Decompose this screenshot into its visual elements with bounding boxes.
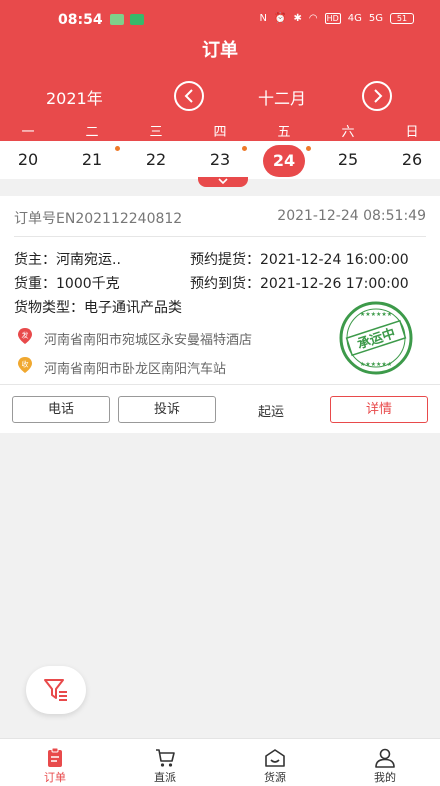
user-icon (375, 748, 395, 768)
from-location-icon: 发 (18, 328, 32, 344)
order-dot-indicator (242, 146, 247, 151)
svg-text:发: 发 (22, 331, 29, 340)
order-dot-indicator (115, 146, 120, 151)
in-transit-stamp: ★★★★★★ ★★★★★★ 承运中 (339, 301, 413, 375)
order-created-time: 2021-12-24 08:51:49 (277, 208, 426, 224)
filter-icon (44, 679, 67, 701)
order-card[interactable]: 订单号EN202112240812 2021-12-24 08:51:49 货主… (0, 196, 440, 433)
tab-direct-dispatch[interactable]: 直派 (110, 739, 220, 786)
battery-icon: 51 (390, 13, 414, 24)
calendar-expand-tab[interactable] (198, 177, 248, 187)
order-icon (48, 747, 62, 767)
tab-orders[interactable]: 订单 (0, 739, 110, 786)
next-week-button[interactable] (362, 81, 392, 111)
detail-button[interactable]: 详情 (330, 396, 428, 423)
weekday-label: 一 (21, 125, 35, 140)
order-number: 订单号EN202112240812 (14, 211, 183, 227)
tab-cargo-source[interactable]: 货源 (220, 739, 330, 786)
cart-icon (156, 749, 175, 767)
page-title: 订单 (202, 40, 238, 61)
bottom-tab-bar: 订单 直派 货源 我的 (0, 738, 440, 786)
tab-label: 直派 (154, 771, 176, 784)
arrival-time-field: 预约到货：2021-12-26 17:00:00 (190, 276, 409, 292)
signal-4g-icon: 4G (347, 13, 362, 24)
weekday-label: 五 (277, 125, 291, 140)
date-strip: 20 21 22 23 25 26 (0, 141, 440, 179)
call-button[interactable]: 电话 (12, 396, 110, 423)
date-cell-selected[interactable]: 24 (263, 145, 305, 177)
complain-button[interactable]: 投诉 (118, 396, 216, 423)
prev-week-button[interactable] (174, 81, 204, 111)
weekday-label: 二 (85, 125, 99, 140)
chevron-down-icon (218, 178, 228, 185)
divider (0, 384, 440, 385)
tab-mine[interactable]: 我的 (330, 739, 440, 786)
tab-label: 我的 (374, 771, 396, 784)
signal-5g-icon: 5G (368, 13, 383, 24)
shipper-field: 货主：河南宛运.. (14, 252, 121, 268)
date-cell[interactable]: 20 (8, 150, 48, 169)
filter-button[interactable] (26, 666, 86, 714)
to-address: 河南省南阳市卧龙区南阳汽车站 (44, 362, 227, 377)
date-cell[interactable]: 21 (72, 150, 112, 169)
weekday-label: 日 (405, 125, 419, 140)
status-icons: N ⏰ ✱ ◠ HD 4G 5G 51 (259, 13, 414, 24)
tab-label: 订单 (44, 771, 66, 784)
weekday-label: 三 (149, 125, 163, 140)
date-cell[interactable]: 23 (200, 150, 240, 169)
pickup-time-field: 预约提货：2021-12-24 16:00:00 (190, 252, 409, 268)
wifi-icon: ◠ (308, 13, 318, 24)
weight-field: 货重：1000千克 (14, 276, 120, 292)
nfc-icon: N (259, 13, 267, 24)
svg-text:★★★★★★: ★★★★★★ (360, 311, 392, 318)
hd-icon: HD (324, 13, 341, 24)
header: 08:54 N ⏰ ✱ ◠ HD 4G 5G 51 订单 2021年 十二月 一… (0, 0, 440, 141)
order-dot-indicator (306, 146, 311, 151)
svg-text:收: 收 (22, 360, 29, 369)
bluetooth-icon: ✱ (293, 13, 302, 24)
status-time: 08:54 (58, 12, 103, 28)
goods-type-field: 货物类型：电子通讯产品类 (14, 300, 182, 316)
chevron-left-icon (184, 89, 193, 103)
status-bar: 08:54 N ⏰ ✱ ◠ HD 4G 5G 51 (0, 8, 440, 32)
chevron-right-icon (374, 89, 383, 103)
weekday-label: 四 (213, 125, 227, 140)
month-label: 十二月 (258, 89, 307, 108)
svg-text:★★★★★★: ★★★★★★ (360, 361, 392, 368)
start-transport-button[interactable]: 起运 (258, 401, 284, 420)
date-cell[interactable]: 22 (136, 150, 176, 169)
tab-label: 货源 (264, 771, 286, 784)
alarm-icon: ⏰ (273, 13, 287, 24)
to-location-icon: 收 (18, 357, 32, 373)
cargo-box-icon (265, 749, 285, 767)
from-address: 河南省南阳市宛城区永安曼福特酒店 (44, 333, 253, 348)
divider (14, 236, 426, 237)
app-notification-icon (130, 14, 144, 25)
date-cell[interactable]: 25 (328, 150, 368, 169)
date-cell[interactable]: 26 (392, 150, 432, 169)
wechat-notification-icon (110, 14, 124, 25)
year-label: 2021年 (46, 89, 103, 108)
weekday-label: 六 (341, 125, 355, 140)
